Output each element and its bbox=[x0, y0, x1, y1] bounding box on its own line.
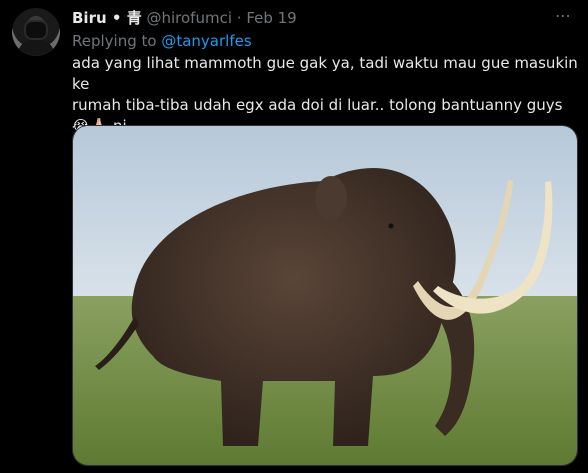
more-options-icon[interactable]: ⋯ bbox=[555, 6, 572, 25]
replying-to: Replying to @tanyarlfes bbox=[72, 32, 252, 50]
separator: · bbox=[232, 9, 247, 27]
replying-to-handle[interactable]: @tanyarlfes bbox=[161, 32, 251, 50]
handle[interactable]: @hirofumci bbox=[146, 9, 232, 27]
avatar[interactable] bbox=[12, 8, 60, 56]
tweet-header: Biru • 青 @hirofumci · Feb 19 bbox=[72, 9, 297, 27]
timestamp[interactable]: Feb 19 bbox=[246, 9, 296, 27]
replying-to-label: Replying to bbox=[72, 32, 162, 50]
mammoth-ear bbox=[315, 176, 347, 220]
mammoth-photo bbox=[73, 126, 577, 465]
mammoth-eye bbox=[388, 223, 394, 229]
avatar-face bbox=[26, 22, 46, 38]
avatar-body bbox=[18, 40, 54, 56]
tweet-image[interactable] bbox=[72, 125, 578, 466]
name-suffix: • 青 bbox=[106, 9, 142, 27]
display-name[interactable]: Biru bbox=[72, 9, 107, 27]
